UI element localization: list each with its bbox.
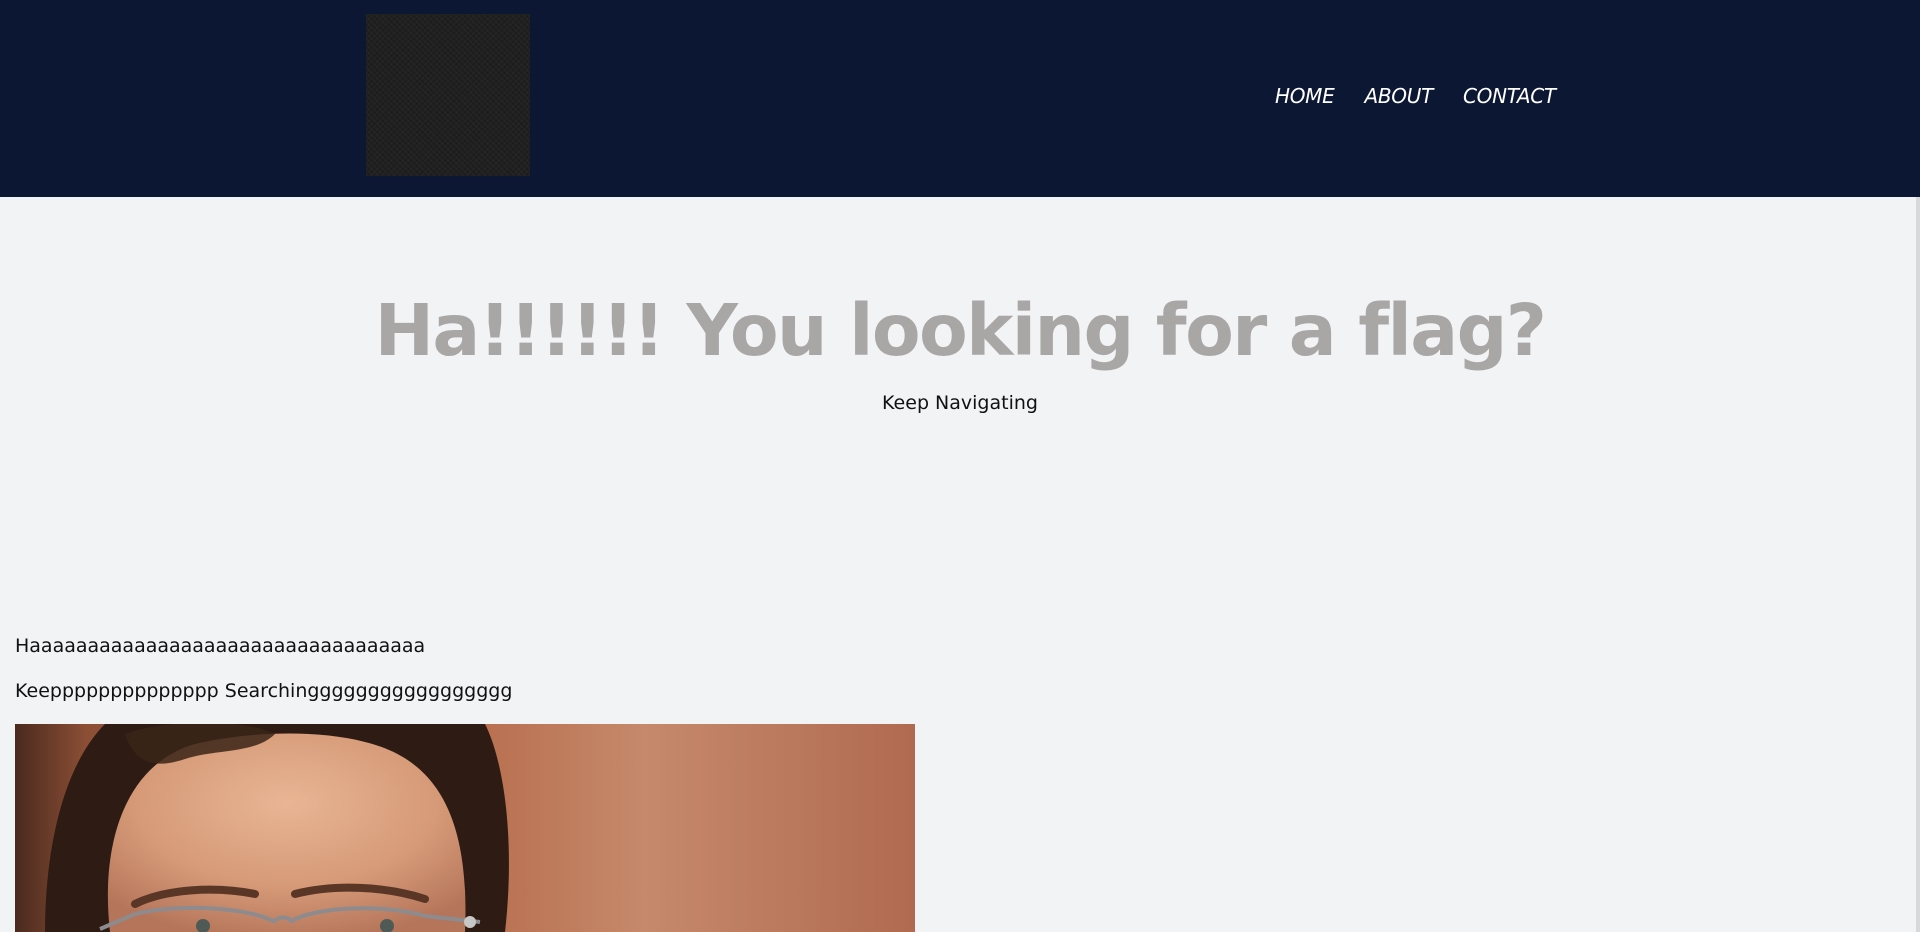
site-header: HOME ABOUT CONTACT [0,0,1920,197]
hero-subtitle: Keep Navigating [882,392,1038,414]
hero-title: Ha!!!!!! You looking for a flag? [374,289,1547,372]
nav-about-link[interactable]: ABOUT [1364,84,1433,108]
body-paragraph-1: Haaaaaaaaaaaaaaaaaaaaaaaaaaaaaaaaaa [15,635,426,657]
person-photo-illustration [15,724,915,932]
person-photo [15,724,915,932]
page-scrollbar[interactable] [1916,197,1920,932]
body-paragraph-2: Keepppppppppppppp Searchingggggggggggggg… [15,680,513,702]
logo-image[interactable] [366,14,530,176]
nav-contact-link[interactable]: CONTACT [1463,84,1556,108]
nav-home-link[interactable]: HOME [1275,84,1335,108]
main-nav: HOME ABOUT CONTACT [1275,84,1556,108]
